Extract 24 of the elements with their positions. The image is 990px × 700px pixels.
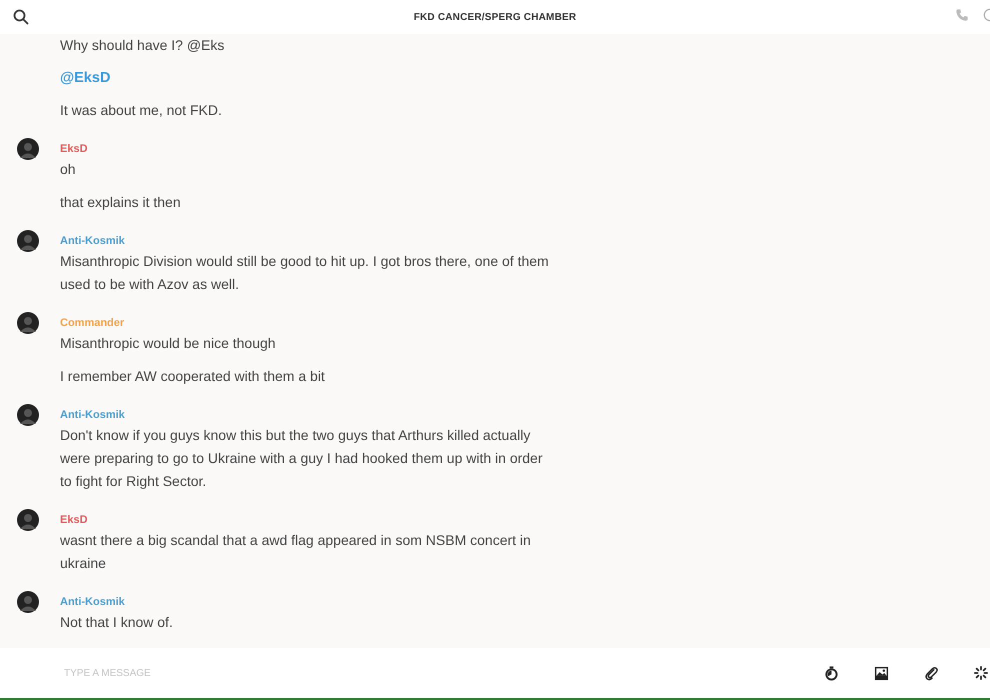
message-text: I remember AW cooperated with them a bit [60, 368, 325, 384]
message-text: wasnt there a big scandal that a awd flag appeared in som NSBM concert in ukraine [60, 532, 531, 571]
message-text: Don't know if you guys know this but the two guys that Arthurs killed actually were preparing to go to Ukraine with a guy I had hooked them up with in order to fight for Right Sector. [60, 427, 543, 489]
message-text: Why should have I? @Eks [60, 37, 224, 53]
author-name[interactable]: Anti-Kosmik [60, 235, 125, 247]
mention-link[interactable]: @EksD [60, 70, 110, 86]
chat-title: FKD CANCER/SPERG CHAMBER [414, 12, 576, 22]
message-text: It was about me, not FKD. [60, 102, 222, 118]
author-name[interactable]: EksD [60, 514, 88, 526]
search-icon[interactable] [13, 9, 29, 25]
message-text: that explains it then [60, 194, 181, 210]
message-text: oh [60, 161, 76, 177]
author-name[interactable]: Anti-Kosmik [60, 409, 125, 421]
message-text: Not that I know of. [60, 614, 173, 630]
author-name[interactable]: Anti-Kosmik [60, 596, 125, 608]
image-icon[interactable] [874, 666, 889, 680]
paperclip-icon[interactable] [924, 666, 939, 680]
stopwatch-icon[interactable] [824, 665, 839, 681]
message-text: Misanthropic would be nice though [60, 335, 276, 351]
message-input[interactable]: TYPE A MESSAGE [62, 666, 366, 680]
author-name[interactable]: EksD [60, 143, 88, 155]
spinner-icon[interactable] [974, 665, 988, 681]
author-name[interactable]: Commander [60, 317, 124, 329]
message-text: Misanthropic Division would still be good to hit up. I got bros there, one of them used to be with Azov as well. [60, 253, 549, 292]
